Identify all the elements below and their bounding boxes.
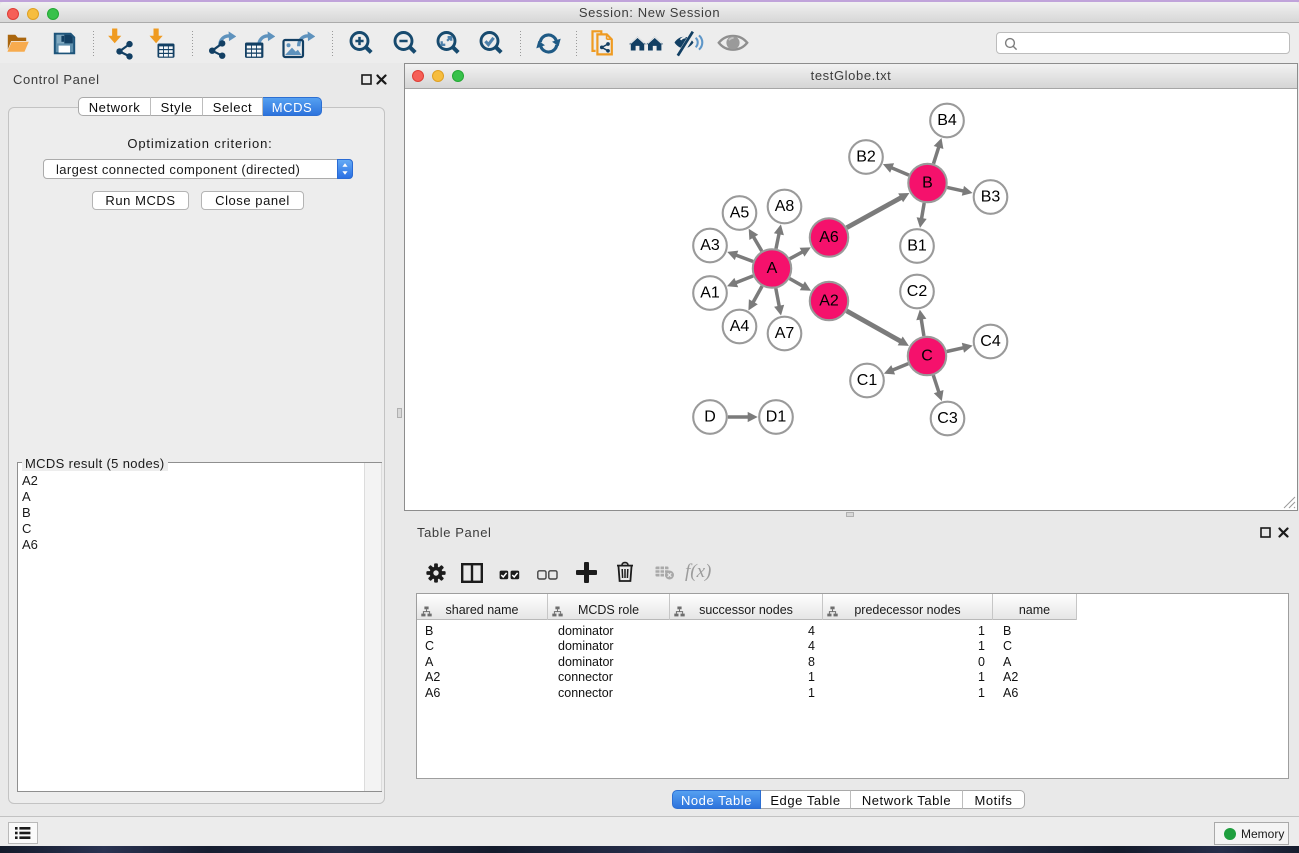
svg-text:B: B bbox=[922, 175, 933, 192]
svg-text:A7: A7 bbox=[775, 325, 795, 342]
svg-text:D1: D1 bbox=[766, 409, 787, 426]
svg-text:C: C bbox=[921, 348, 933, 365]
svg-text:B3: B3 bbox=[981, 189, 1001, 206]
svg-text:A1: A1 bbox=[700, 285, 720, 302]
svg-text:A5: A5 bbox=[730, 205, 750, 222]
svg-text:A4: A4 bbox=[730, 318, 750, 335]
svg-text:A2: A2 bbox=[819, 293, 839, 310]
svg-text:A3: A3 bbox=[700, 237, 720, 254]
svg-text:D: D bbox=[704, 409, 716, 426]
svg-text:C3: C3 bbox=[937, 410, 958, 427]
svg-text:B1: B1 bbox=[907, 238, 927, 255]
svg-text:C4: C4 bbox=[980, 333, 1001, 350]
svg-text:A: A bbox=[767, 260, 778, 277]
svg-text:C1: C1 bbox=[857, 372, 878, 389]
svg-text:B4: B4 bbox=[937, 112, 957, 129]
svg-text:C2: C2 bbox=[907, 283, 928, 300]
svg-text:B2: B2 bbox=[856, 149, 876, 166]
svg-text:A8: A8 bbox=[775, 198, 795, 215]
svg-text:A6: A6 bbox=[819, 229, 839, 246]
